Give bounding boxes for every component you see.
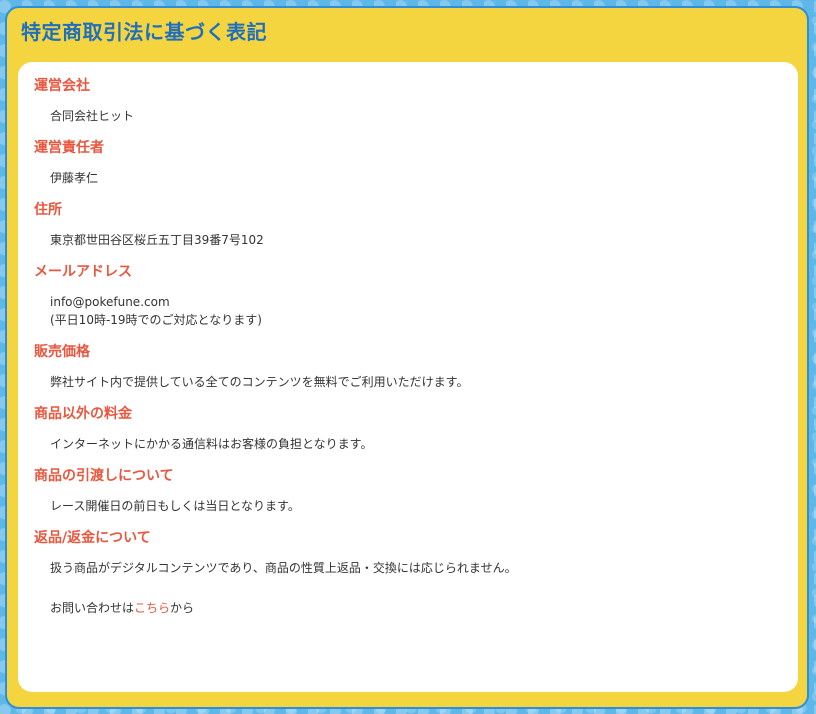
- page-title: 特定商取引法に基づく表記: [21, 20, 267, 44]
- section-heading: 販売価格: [34, 344, 90, 360]
- section-body: 扱う商品がデジタルコンテンツであり、商品の性質上返品・交換には応じられません。: [34, 559, 782, 577]
- section-operating-manager: 運営責任者 伊藤孝仁: [34, 138, 782, 187]
- section-body: 合同会社ヒット: [34, 107, 782, 125]
- section-heading: 商品の引渡しについて: [34, 468, 174, 484]
- section-price: 販売価格 弊社サイト内で提供している全てのコンテンツを無料でご利用いただけます。: [34, 342, 782, 391]
- section-heading: 商品以外の料金: [34, 406, 132, 422]
- section-body: レース開催日の前日もしくは当日となります。: [34, 497, 782, 515]
- section-body: 東京都世田谷区桜丘五丁目39番7号102: [34, 231, 782, 249]
- price-text: 弊社サイト内で提供している全てのコンテンツを無料でご利用いただけます。: [50, 375, 469, 389]
- address-text: 東京都世田谷区桜丘五丁目39番7号102: [50, 233, 264, 247]
- section-email: メールアドレス info@pokefune.com (平日10時-19時でのご対…: [34, 262, 782, 329]
- section-heading: 運営責任者: [34, 140, 104, 156]
- email-address-text: info@pokefune.com: [50, 295, 170, 309]
- company-name-text: 合同会社ヒット: [50, 109, 135, 123]
- section-body: インターネットにかかる通信料はお客様の負担となります。: [34, 435, 782, 453]
- contact-prefix: お問い合わせは: [50, 601, 135, 615]
- section-heading: 運営会社: [34, 78, 90, 94]
- delivery-text: レース開催日の前日もしくは当日となります。: [50, 499, 300, 513]
- section-heading: 返品/返金について: [34, 530, 151, 546]
- section-address: 住所 東京都世田谷区桜丘五丁目39番7号102: [34, 200, 782, 249]
- section-body: 伊藤孝仁: [34, 169, 782, 187]
- section-body: info@pokefune.com (平日10時-19時でのご対応となります): [34, 293, 782, 329]
- section-other-fees: 商品以外の料金 インターネットにかかる通信料はお客様の負担となります。: [34, 404, 782, 453]
- contact-line: お問い合わせはこちらから: [34, 599, 782, 617]
- legal-notice-frame: 特定商取引法に基づく表記 運営会社 合同会社ヒット 運営責任者 伊藤孝仁 住所 …: [5, 6, 809, 709]
- section-heading: 住所: [34, 202, 62, 218]
- section-body: 弊社サイト内で提供している全てのコンテンツを無料でご利用いただけます。: [34, 373, 782, 391]
- legal-notice-content: 運営会社 合同会社ヒット 運営責任者 伊藤孝仁 住所 東京都世田谷区桜丘五丁目3…: [18, 62, 798, 692]
- contact-suffix: から: [170, 601, 195, 615]
- section-heading: メールアドレス: [34, 264, 132, 280]
- returns-text: 扱う商品がデジタルコンテンツであり、商品の性質上返品・交換には応じられません。: [50, 561, 517, 575]
- contact-link[interactable]: こちら: [134, 601, 170, 615]
- support-hours-text: (平日10時-19時でのご対応となります): [50, 313, 262, 327]
- other-fees-text: インターネットにかかる通信料はお客様の負担となります。: [50, 437, 373, 451]
- section-delivery: 商品の引渡しについて レース開催日の前日もしくは当日となります。: [34, 466, 782, 515]
- section-operating-company: 運営会社 合同会社ヒット: [34, 76, 782, 125]
- manager-name-text: 伊藤孝仁: [50, 171, 99, 185]
- section-returns: 返品/返金について 扱う商品がデジタルコンテンツであり、商品の性質上返品・交換に…: [34, 528, 782, 577]
